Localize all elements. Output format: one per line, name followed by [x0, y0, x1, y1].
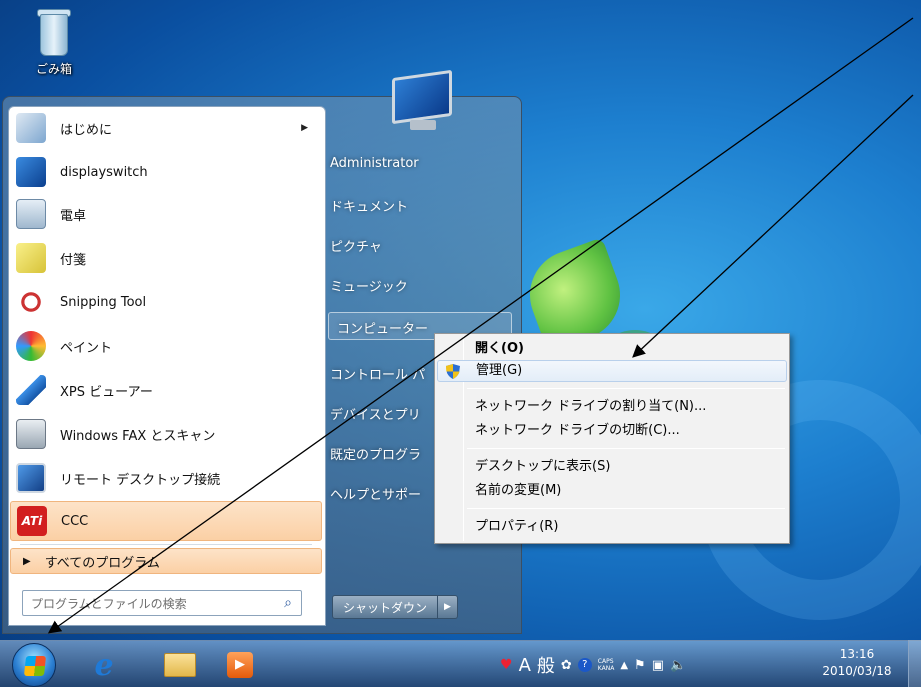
- action-center-flag-icon[interactable]: ⚑: [634, 658, 646, 673]
- windows-logo-icon: [23, 656, 47, 676]
- xps-viewer-icon: [16, 375, 46, 405]
- right-item-pictures[interactable]: ピクチャ: [330, 236, 382, 255]
- program-item-paint[interactable]: ペイント: [10, 326, 322, 366]
- program-item-remote-desktop[interactable]: リモート デスクトップ接続: [10, 458, 322, 498]
- ime-tool-icon[interactable]: ✿: [561, 658, 572, 673]
- user-picture-icon[interactable]: [384, 69, 460, 136]
- program-item-getting-started[interactable]: はじめに ▶: [10, 108, 322, 148]
- program-item-displayswitch[interactable]: displayswitch: [10, 152, 322, 192]
- ctx-item-map-network-drive[interactable]: ネットワーク ドライブの割り当て(N)...: [437, 396, 787, 418]
- right-item-control-panel[interactable]: コントロール パ: [330, 364, 425, 383]
- ctx-separator: [467, 448, 785, 449]
- program-item-sticky-notes[interactable]: 付箋: [10, 238, 322, 278]
- getting-started-icon: [16, 113, 46, 143]
- ime-heart-icon[interactable]: ♥: [500, 657, 513, 673]
- ati-logo-icon: ATi: [17, 506, 47, 536]
- network-icon[interactable]: ▣: [652, 658, 664, 673]
- start-button[interactable]: [12, 643, 56, 687]
- internet-explorer-icon: e: [94, 647, 114, 683]
- start-search-box[interactable]: プログラムとファイルの検索 ⌕: [22, 590, 302, 616]
- right-item-help-support[interactable]: ヘルプとサポー: [330, 484, 421, 503]
- clock-time: 13:16: [839, 647, 875, 661]
- clock-date: 2010/03/18: [822, 664, 892, 678]
- ctx-item-rename[interactable]: 名前の変更(M): [437, 480, 787, 502]
- right-item-documents[interactable]: ドキュメント: [330, 196, 408, 215]
- taskbar-explorer[interactable]: [162, 648, 198, 682]
- caps-kana-indicator: CAPS KANA: [597, 658, 615, 672]
- ctx-separator: [467, 508, 785, 509]
- context-menu: 開く(O) 管理(G) ネットワーク ドライブの割り当て(N)... ネットワー…: [434, 333, 790, 544]
- search-input[interactable]: プログラムとファイルの検索: [31, 595, 275, 612]
- paint-palette-icon: [16, 331, 46, 361]
- ctx-item-disconnect-network-drive[interactable]: ネットワーク ドライブの切断(C)...: [437, 420, 787, 442]
- volume-icon[interactable]: 🔈: [670, 658, 686, 673]
- scissors-icon: [16, 287, 46, 317]
- program-item-calculator[interactable]: 電卓: [10, 194, 322, 234]
- sticky-notes-icon: [16, 243, 46, 273]
- media-player-icon: ▶: [227, 652, 253, 678]
- all-programs-button[interactable]: ▶ すべてのプログラム: [10, 548, 322, 574]
- right-item-administrator[interactable]: Administrator: [330, 156, 419, 171]
- ctx-item-open[interactable]: 開く(O): [437, 338, 787, 360]
- taskbar: [0, 640, 921, 687]
- folder-icon: [164, 653, 196, 677]
- ctx-item-properties[interactable]: プロパティ(R): [437, 516, 787, 538]
- show-hidden-icons-arrow-icon[interactable]: ▲: [620, 660, 628, 671]
- right-item-default-programs[interactable]: 既定のプログラ: [330, 444, 421, 463]
- taskbar-clock[interactable]: 13:16 2010/03/18: [812, 646, 902, 680]
- program-item-windows-fax[interactable]: Windows FAX とスキャン: [10, 414, 322, 454]
- taskbar-internet-explorer[interactable]: e: [86, 647, 122, 683]
- ime-kanji-indicator[interactable]: 般: [537, 652, 555, 678]
- recycle-bin-icon: [34, 6, 74, 58]
- ctx-item-show-on-desktop[interactable]: デスクトップに表示(S): [437, 456, 787, 478]
- recycle-bin[interactable]: ごみ箱: [18, 6, 90, 77]
- shutdown-button[interactable]: シャットダウン: [332, 595, 439, 619]
- program-item-snipping-tool[interactable]: Snipping Tool: [10, 282, 322, 322]
- expand-arrow-icon: ▶: [23, 555, 31, 567]
- ctx-separator: [467, 388, 785, 389]
- ime-help-icon[interactable]: ?: [577, 658, 592, 672]
- program-item-ccc[interactable]: ATi CCC: [10, 501, 322, 541]
- system-tray: ♥ A 般 ✿ ? CAPS KANA ▲ ⚑ ▣ 🔈: [500, 650, 686, 680]
- ime-mode-indicator[interactable]: A: [519, 655, 531, 676]
- ctx-item-manage-label: 管理(G): [476, 363, 523, 378]
- program-item-xps-viewer[interactable]: XPS ビューアー: [10, 370, 322, 410]
- annotation-arrow-manage: [632, 94, 914, 358]
- taskbar-media-player[interactable]: ▶: [222, 648, 258, 682]
- show-desktop-button[interactable]: [908, 640, 921, 687]
- calculator-icon: [16, 199, 46, 229]
- ctx-item-manage[interactable]: 管理(G): [437, 360, 787, 382]
- uac-shield-icon: [446, 364, 460, 379]
- right-item-music[interactable]: ミュージック: [330, 276, 408, 295]
- recycle-bin-label: ごみ箱: [35, 62, 72, 76]
- programs-divider: [20, 544, 312, 545]
- search-icon[interactable]: ⌕: [275, 595, 301, 611]
- fax-icon: [16, 419, 46, 449]
- remote-desktop-icon: [16, 463, 46, 493]
- display-switch-icon: [16, 157, 46, 187]
- shutdown-control: シャットダウン ▶: [332, 595, 459, 619]
- shutdown-options-arrow-icon[interactable]: ▶: [438, 595, 459, 619]
- submenu-arrow-icon: ▶: [301, 123, 308, 133]
- right-item-devices-printers[interactable]: デバイスとプリ: [330, 404, 421, 423]
